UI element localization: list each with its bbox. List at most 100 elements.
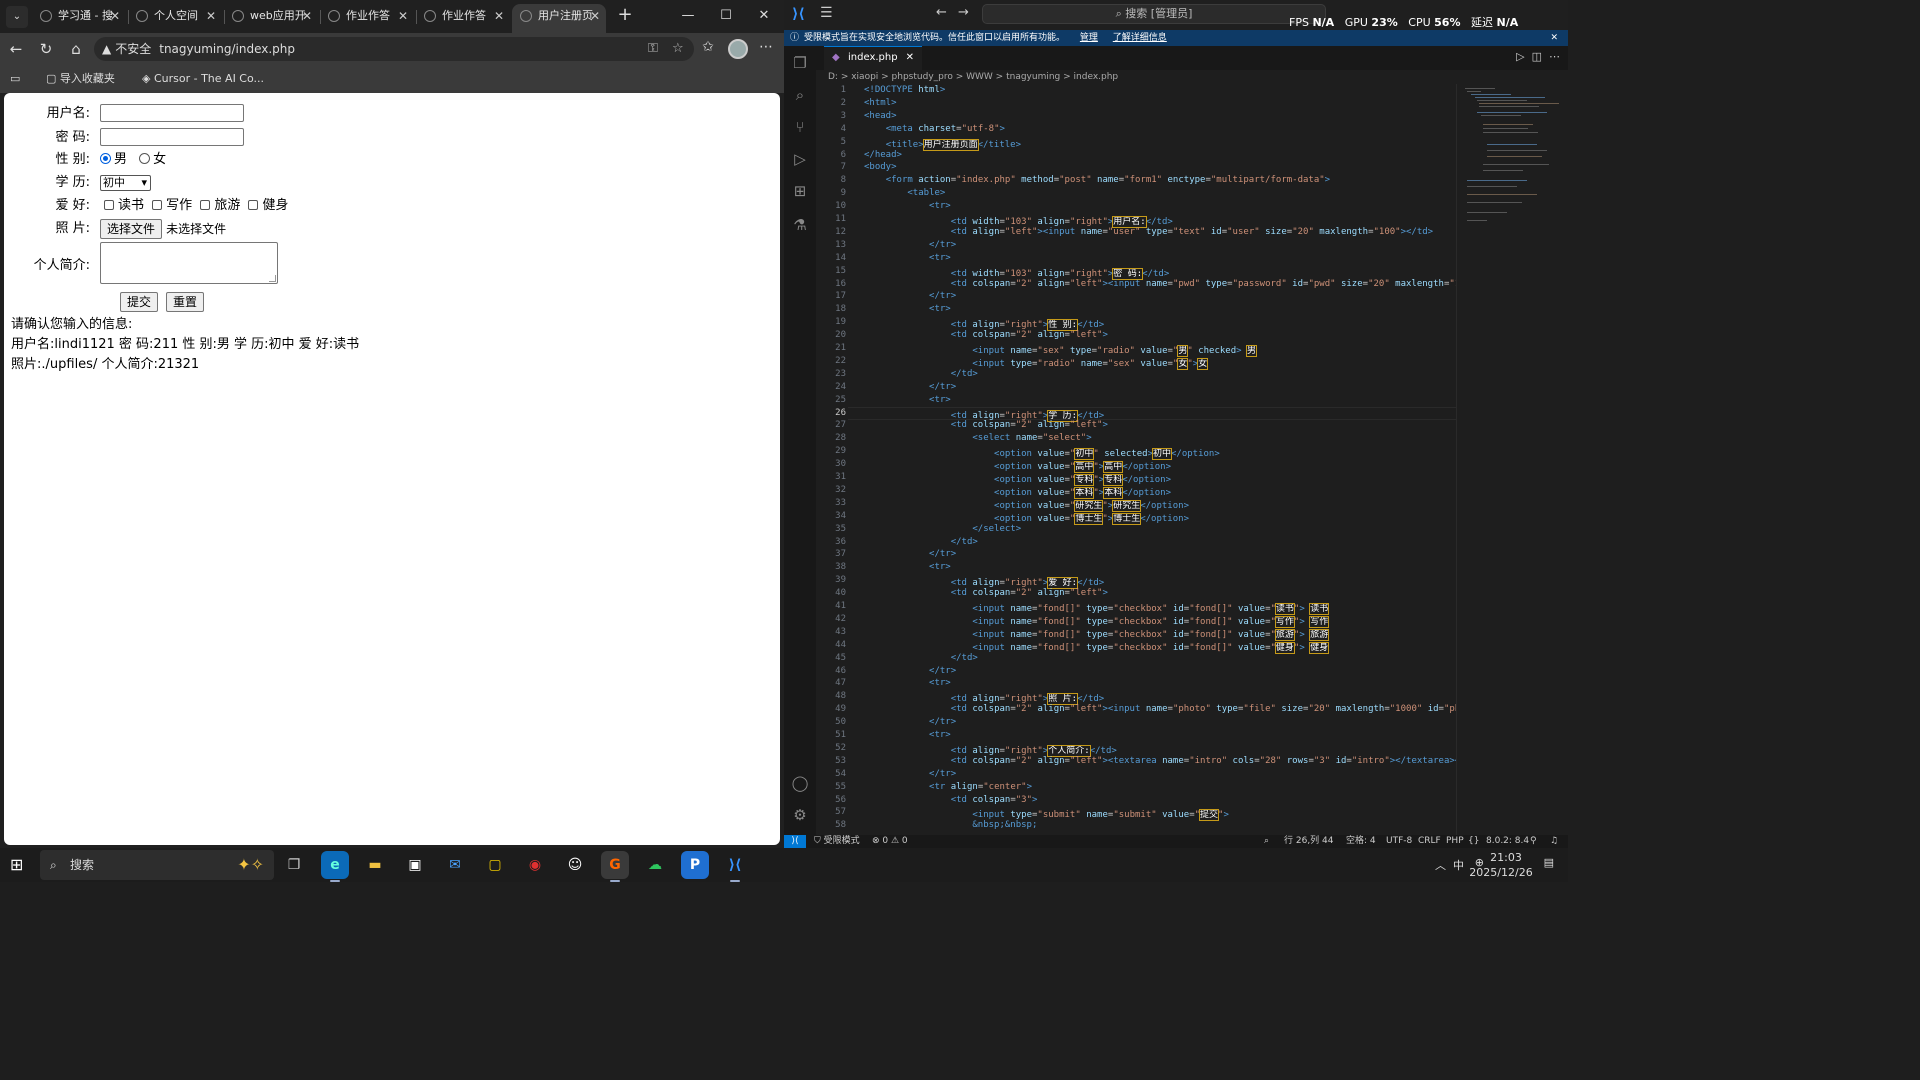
tab-actions-menu-icon[interactable]: ⌄ xyxy=(6,6,28,28)
close-icon[interactable]: ✕ xyxy=(398,4,408,28)
code-line[interactable]: </tr> xyxy=(864,769,956,779)
code-line[interactable]: <input name="fond[]" type="checkbox" id=… xyxy=(864,627,1330,641)
code-line[interactable]: <input type="radio" name="sex" value="女"… xyxy=(864,356,1209,370)
code-line[interactable]: <td colspan="3"> xyxy=(864,795,1038,805)
code-line[interactable]: <td align="left"><input name="user" type… xyxy=(864,227,1433,237)
reset-button[interactable]: 重置 xyxy=(166,292,205,312)
clock-time[interactable]: 21:03 xyxy=(1478,851,1534,864)
testing-icon[interactable]: ⚗ xyxy=(790,216,810,236)
settings-gear-icon[interactable]: ⚙ xyxy=(790,806,810,826)
code-line[interactable]: <input name="fond[]" type="checkbox" id=… xyxy=(864,614,1330,628)
education-select[interactable]: 初中 xyxy=(100,175,151,191)
code-line[interactable]: </td> xyxy=(864,369,978,379)
extensions-icon[interactable]: ⊞ xyxy=(790,182,810,202)
code-line[interactable]: <tr> xyxy=(864,201,951,211)
notification-icon[interactable]: ▤ xyxy=(1544,856,1554,869)
notifications-bell-icon[interactable]: ♫ xyxy=(1550,835,1558,848)
run-debug-icon[interactable]: ▷ xyxy=(790,150,810,170)
code-line[interactable]: <option value="研究生">研究生</option> xyxy=(864,498,1189,512)
code-line[interactable]: <td align="right">爱 好:</td> xyxy=(864,575,1104,590)
close-icon[interactable]: ✕ xyxy=(590,4,600,28)
code-line[interactable]: &nbsp;&nbsp; xyxy=(864,820,1037,830)
cursor-position[interactable]: 行 26,列 44 xyxy=(1284,835,1334,848)
password-input[interactable] xyxy=(100,127,244,146)
code-line[interactable]: <td align="right">个人简介:</td> xyxy=(864,743,1117,757)
code-line[interactable]: <td colspan="2" align="left"> xyxy=(864,330,1108,340)
back-icon[interactable]: ← xyxy=(6,39,26,59)
code-line[interactable]: </td> xyxy=(864,653,978,663)
explorer-icon[interactable]: ❐ xyxy=(790,54,810,74)
tab-personal-space[interactable]: 个人空间 ✕ xyxy=(128,4,222,33)
code-line[interactable]: <title>用户注册页面</title> xyxy=(864,137,1021,151)
code-line[interactable]: </select> xyxy=(864,524,1021,534)
app-orange-icon[interactable]: G xyxy=(601,851,629,882)
code-line[interactable]: </head> xyxy=(864,150,902,160)
code-line[interactable]: <td align="right">照 片:</td> xyxy=(864,691,1104,706)
code-line[interactable]: <td colspan="2" align="left"> xyxy=(864,588,1108,598)
code-line[interactable]: </tr> xyxy=(864,549,956,559)
taskbar-search[interactable]: ⌕ 搜索 ✦✧ xyxy=(40,850,274,880)
code-line[interactable]: <option value="专科">专科</option> xyxy=(864,472,1171,486)
ime-indicator[interactable]: 中 xyxy=(1453,857,1464,873)
more-actions-icon[interactable]: ⋯ xyxy=(1549,50,1560,63)
hobby-checkbox-travel[interactable] xyxy=(200,200,211,210)
account-icon[interactable]: ◯ xyxy=(790,774,810,794)
phpstudy-icon[interactable]: P xyxy=(681,851,709,879)
code-line[interactable]: <head> xyxy=(864,111,897,121)
store-icon[interactable]: ▣ xyxy=(401,851,429,879)
code-line[interactable]: </tr> xyxy=(864,291,956,301)
tab-user-register[interactable]: 用户注册页 ✕ xyxy=(512,4,606,33)
breadcrumb[interactable]: D: > xiaopi > phpstudy_pro > WWW > tnagy… xyxy=(828,70,1118,84)
edge-browser-icon[interactable]: e xyxy=(321,851,349,882)
code-line[interactable]: <tr align="center"> xyxy=(864,782,1032,792)
avatar-app-icon[interactable]: ☺ xyxy=(561,851,589,879)
close-icon[interactable]: ✕ xyxy=(302,4,312,28)
gender-radio-female[interactable] xyxy=(139,153,151,164)
restricted-mode-indicator[interactable]: ⛉ 受限模式 xyxy=(814,835,860,848)
username-input[interactable] xyxy=(100,103,244,122)
command-search-box[interactable]: ⌕ 搜索 [管理员] xyxy=(982,4,1326,24)
code-line[interactable]: <form action="index.php" method="post" n… xyxy=(864,175,1330,185)
code-line[interactable]: </tr> xyxy=(864,666,956,676)
code-line[interactable]: <tr> xyxy=(864,304,951,314)
run-icon[interactable]: ▷ xyxy=(1516,50,1524,63)
split-editor-icon[interactable]: ◫ xyxy=(1532,50,1542,63)
minimap[interactable] xyxy=(1456,84,1568,835)
file-explorer-icon[interactable]: ▬ xyxy=(361,851,389,879)
new-tab-button[interactable]: + xyxy=(614,4,636,28)
problems-indicator[interactable]: ⊗ 0 ⚠ 0 xyxy=(872,835,908,848)
hobby-checkbox-fitness[interactable] xyxy=(248,200,259,210)
bookmark-import[interactable]: ▢ 导入收藏夹 xyxy=(46,71,115,87)
indentation[interactable]: 空格: 4 xyxy=(1346,835,1376,848)
netease-music-icon[interactable]: ◉ xyxy=(521,851,549,879)
line-ending[interactable]: CRLF xyxy=(1418,835,1441,848)
intro-textarea[interactable] xyxy=(100,242,278,284)
code-line[interactable]: <table> xyxy=(864,188,945,198)
source-control-icon[interactable]: ⑂ xyxy=(790,118,810,138)
code-line[interactable]: </tr> xyxy=(864,717,956,727)
bookmark-cursor[interactable]: ◈ Cursor - The AI Co... xyxy=(142,71,264,87)
key-icon[interactable]: ⚿ xyxy=(648,37,658,61)
code-line[interactable]: <input name="fond[]" type="checkbox" id=… xyxy=(864,640,1330,654)
tray-expand-icon[interactable]: ︿ xyxy=(1435,857,1446,873)
more-menu-icon[interactable]: ⋯ xyxy=(756,39,776,55)
search-icon[interactable]: ⌕ xyxy=(790,86,810,106)
zoom-icon[interactable]: ⌕ xyxy=(1264,835,1269,848)
hobby-checkbox-writing[interactable] xyxy=(152,200,163,210)
nav-back-icon[interactable]: ← xyxy=(936,5,947,20)
url-text[interactable]: tnagyuming/index.php xyxy=(159,42,295,56)
minimize-button[interactable]: — xyxy=(670,4,706,28)
code-line[interactable]: <!DOCTYPE html> xyxy=(864,85,945,95)
close-icon[interactable]: ✕ xyxy=(110,4,120,28)
language-mode[interactable]: PHP xyxy=(1446,835,1464,848)
submit-button[interactable]: 提交 xyxy=(120,292,159,312)
close-icon[interactable]: ✕ xyxy=(906,52,914,63)
refresh-icon[interactable]: ↻ xyxy=(36,39,56,59)
code-line[interactable]: <body> xyxy=(864,162,897,172)
app-yellow-icon[interactable]: ▢ xyxy=(481,851,509,879)
code-line[interactable]: <option value="本科">本科</option> xyxy=(864,485,1171,499)
hobby-checkbox-reading[interactable] xyxy=(104,200,114,210)
code-line[interactable]: <td colspan="2" align="left"> xyxy=(864,420,1108,430)
vscode-taskbar-icon[interactable]: ⟩⟨ xyxy=(721,851,749,882)
code-line[interactable]: <option value="博士生">博士生</option> xyxy=(864,511,1189,525)
